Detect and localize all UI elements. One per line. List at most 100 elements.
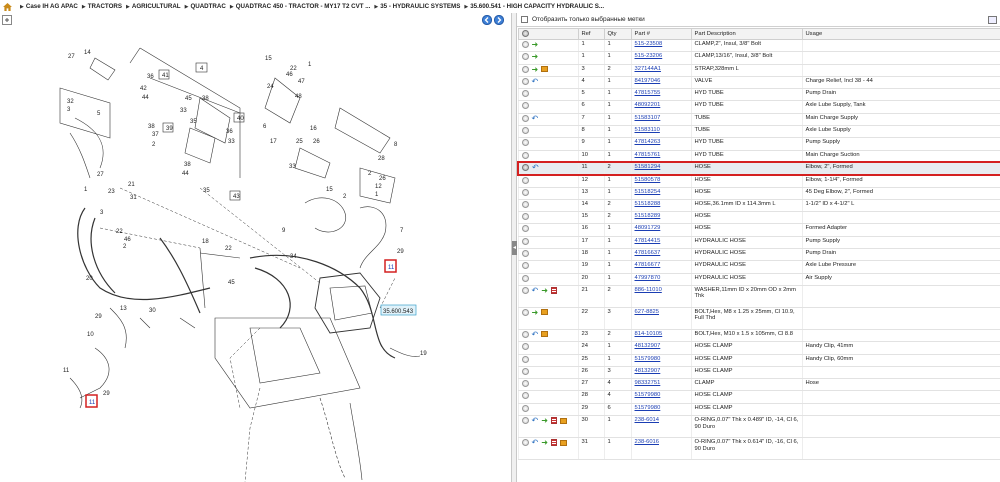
select-row-icon[interactable] — [521, 308, 529, 316]
part-number-link[interactable]: 47815755 — [635, 90, 661, 96]
part-number-link[interactable]: 238-6016 — [635, 439, 660, 445]
replacement-icon[interactable]: ↶ — [532, 286, 539, 294]
table-row[interactable]: 15 2 51518289 HOSE — [517, 211, 1000, 225]
part-number-link[interactable]: 515-23206 — [635, 53, 663, 59]
table-row[interactable]: 24 1 48132907 HOSE CLAMP Handy Clip, 41mm — [517, 341, 1000, 355]
part-number-link[interactable]: 47816637 — [635, 250, 661, 256]
table-row[interactable]: ↶ 23 2 814-10105 BOLT,Hex, M10 x 1.5 x 105mm… — [517, 329, 1000, 343]
table-row[interactable]: 13 1 51518254 HOSE 45 Deg Elbow, 2", Formed — [517, 187, 1000, 200]
table-row[interactable]: ↶ ➜ 30 1 238-6014 O-RING,0.07" Thk x 0.489" I… — [517, 415, 1000, 439]
add-to-cart-icon[interactable]: ➜ — [541, 286, 548, 294]
part-number-link[interactable]: 814-10105 — [635, 331, 663, 337]
part-number-link[interactable]: 51518254 — [635, 189, 661, 195]
previous-page-icon[interactable] — [482, 15, 492, 25]
select-row-icon[interactable] — [521, 330, 529, 338]
select-row-icon[interactable] — [521, 380, 529, 388]
table-row[interactable]: 8 1 51583110 TUBE Axle Lube Supply — [517, 125, 1000, 139]
select-row-icon[interactable] — [521, 250, 529, 258]
breadcrumb-item[interactable]: 35 - HYDRAULIC SYSTEMS — [380, 3, 460, 10]
replacement-icon[interactable]: ↶ — [532, 77, 539, 85]
table-row[interactable]: 27 4 98332751 CLAMP Hose — [517, 378, 1000, 392]
part-number-link[interactable]: 627-8825 — [635, 309, 660, 315]
select-row-icon[interactable] — [521, 274, 529, 282]
table-row[interactable]: 16 1 48091729 HOSE Formed Adapter — [517, 223, 1000, 237]
part-number-link[interactable]: 51581294 — [635, 164, 661, 170]
select-row-icon[interactable] — [521, 417, 529, 425]
part-number-link[interactable]: 48092201 — [635, 102, 661, 108]
part-number-link[interactable]: 886-11010 — [635, 287, 662, 293]
column-header[interactable]: Usage — [801, 28, 1000, 40]
column-header[interactable]: Qty — [603, 28, 632, 40]
table-row[interactable]: 6 1 48092201 HYD TUBE Axle Lube Supply, Tank — [517, 100, 1000, 114]
package-icon[interactable] — [559, 439, 567, 446]
part-number-link[interactable]: 47814263 — [635, 139, 661, 145]
table-row[interactable]: ↶ 7 1 51583107 TUBE Main Charge Supply — [517, 113, 1000, 127]
part-number-link[interactable]: 47815761 — [635, 152, 661, 158]
export-icon[interactable] — [988, 16, 997, 24]
select-row-icon[interactable] — [521, 114, 529, 122]
table-row[interactable]: 28 4 51579980 HOSE CLAMP — [517, 390, 1000, 404]
add-to-cart-icon[interactable]: ➜ — [532, 41, 539, 49]
select-row-icon[interactable] — [521, 127, 529, 135]
part-number-link[interactable]: 51579980 — [635, 405, 661, 411]
breadcrumb-item[interactable]: QUADTRAC 450 - TRACTOR - MY17 T2 CVT ... — [236, 3, 371, 10]
replacement-icon[interactable]: ↶ — [532, 164, 539, 172]
part-number-link[interactable]: 47816677 — [635, 262, 661, 268]
part-number-link[interactable]: 238-6014 — [635, 417, 660, 423]
part-number-link[interactable]: 84197046 — [635, 78, 661, 84]
part-number-link[interactable]: 51580578 — [635, 177, 661, 183]
select-row-icon[interactable] — [521, 262, 529, 270]
select-row-icon[interactable] — [521, 65, 529, 73]
select-row-icon[interactable] — [521, 367, 529, 375]
select-all-icon[interactable] — [521, 29, 529, 37]
breadcrumb-item[interactable]: QUADTRAC — [190, 3, 225, 10]
table-row[interactable]: ➜ 22 3 627-8825 BOLT,Hex, M8 x 1.25 x 25mm, … — [517, 307, 1000, 330]
select-row-icon[interactable] — [521, 237, 529, 245]
part-number-link[interactable]: 47997870 — [635, 275, 661, 281]
add-to-cart-icon[interactable]: ➜ — [532, 308, 539, 316]
table-row[interactable]: ➜ 3 2 327144A1 STRAP,328mm L — [517, 64, 1000, 77]
table-row[interactable]: 18 1 47816637 HYDRAULIC HOSE Pump Drain — [517, 248, 1000, 262]
part-number-link[interactable]: 48132907 — [635, 343, 661, 349]
document-icon[interactable] — [550, 439, 557, 447]
select-row-icon[interactable] — [521, 392, 529, 400]
callout-label[interactable]: 35.600.543 — [383, 309, 414, 315]
add-to-cart-icon[interactable]: ➜ — [541, 417, 548, 425]
select-row-icon[interactable] — [521, 176, 529, 184]
table-row[interactable]: ↶ 11 2 51581294 HOSE Elbow, 2", Formed — [517, 161, 1000, 176]
breadcrumb-item[interactable]: TRACTORS — [88, 3, 122, 10]
package-icon[interactable] — [559, 417, 567, 424]
replacement-icon[interactable]: ↶ — [532, 114, 539, 122]
column-header[interactable] — [517, 28, 579, 40]
package-icon[interactable] — [541, 66, 549, 73]
column-header[interactable]: Part # — [630, 28, 692, 40]
select-row-icon[interactable] — [521, 439, 529, 447]
package-icon[interactable] — [541, 331, 549, 338]
table-row[interactable]: 26 3 48132907 HOSE CLAMP — [517, 366, 1000, 380]
table-row[interactable]: ↶ ➜ 21 2 886-11010 WASHER,11mm ID x 20mm OD x… — [517, 285, 1000, 308]
select-row-icon[interactable] — [522, 164, 529, 172]
part-number-link[interactable]: 51518289 — [635, 213, 661, 219]
breadcrumb-item[interactable]: AGRICULTURAL — [132, 3, 181, 10]
table-row[interactable]: ↶ 4 1 84197046 VALVE Charge Relief, Incl 38 -… — [517, 76, 1000, 90]
part-number-link[interactable]: 515-23508 — [635, 41, 663, 47]
table-row[interactable]: ↶ ➜ 31 1 238-6016 O-RING,0.07" Thk x 0.614" I… — [517, 437, 1000, 461]
breadcrumb-item[interactable]: Case IH AG APAC — [26, 3, 78, 10]
column-header[interactable]: Part Description — [690, 28, 803, 40]
show-selected-only-checkbox[interactable] — [521, 16, 528, 23]
table-row[interactable]: 9 1 47814263 HYD TUBE Pump Supply — [517, 137, 1000, 151]
add-to-cart-icon[interactable]: ➜ — [532, 65, 539, 73]
part-number-link[interactable]: 98332751 — [635, 380, 661, 386]
replacement-icon[interactable]: ↶ — [532, 417, 539, 425]
part-number-link[interactable]: 48132907 — [635, 368, 661, 374]
package-icon[interactable] — [541, 309, 549, 316]
part-number-link[interactable]: 48091729 — [635, 225, 661, 231]
select-row-icon[interactable] — [521, 213, 529, 221]
part-number-link[interactable]: 47814415 — [635, 238, 661, 244]
part-number-link[interactable]: 51579980 — [635, 356, 661, 362]
expand-icon[interactable] — [2, 15, 12, 25]
part-number-link[interactable]: 51518288 — [635, 201, 661, 207]
add-to-cart-icon[interactable]: ➜ — [541, 439, 548, 447]
part-number-link[interactable]: 51583110 — [635, 127, 660, 133]
table-row[interactable]: 14 2 51518288 HOSE,36.1mm ID x 114.3mm L 1-1… — [517, 199, 1000, 213]
